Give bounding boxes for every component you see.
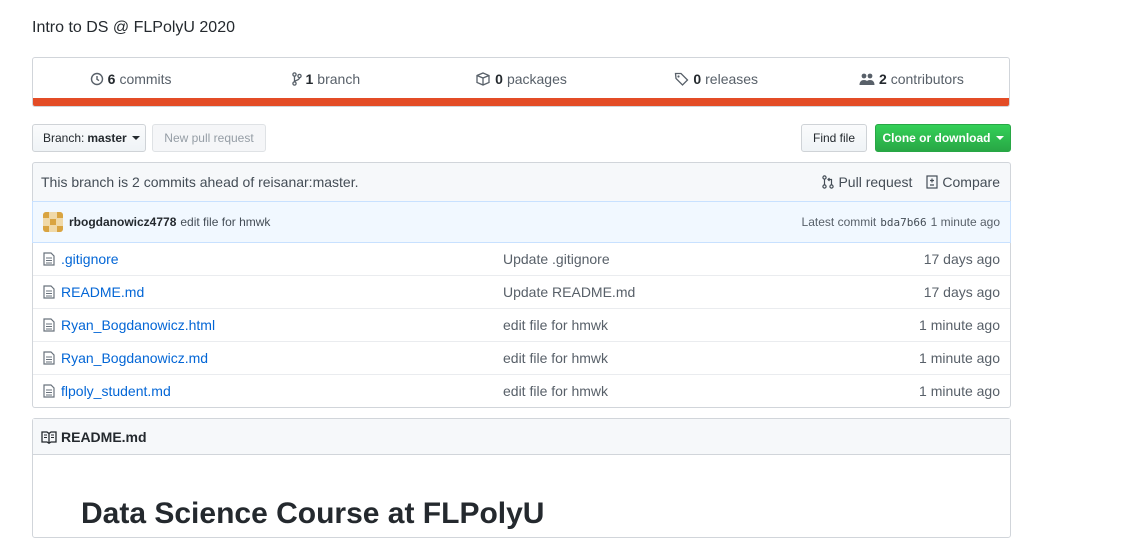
branch-count: 1: [305, 70, 314, 87]
releases-label: releases: [705, 70, 759, 87]
file-age: 1 minute ago: [919, 317, 1000, 333]
readme-header: README.md: [33, 419, 1010, 455]
commits-count: 6: [107, 70, 116, 87]
readme-filename: README.md: [61, 428, 147, 445]
file-age: 1 minute ago: [919, 383, 1000, 399]
branch-icon: [291, 71, 302, 86]
file-row: .gitignore Update .gitignore 17 days ago: [33, 243, 1010, 275]
package-icon: [476, 71, 490, 86]
file-icon: [43, 285, 55, 299]
file-icon: [43, 351, 55, 365]
packages-count: 0: [495, 70, 503, 87]
file-row: Ryan_Bogdanowicz.md edit file for hmwk 1…: [33, 341, 1010, 374]
branch-status-bar: This branch is 2 commits ahead of reisan…: [32, 162, 1011, 201]
avatar[interactable]: [43, 212, 63, 232]
latest-commit-bar: rbogdanowicz4778 edit file for hmwk Late…: [32, 201, 1011, 243]
caret-down-icon: [131, 136, 140, 140]
releases-count: 0: [693, 70, 702, 87]
file-icon: [43, 318, 55, 332]
file-commit-message[interactable]: edit file for hmwk: [503, 350, 919, 366]
packages-label: packages: [506, 70, 567, 87]
file-commit-message[interactable]: edit file for hmwk: [503, 383, 919, 399]
packages-link[interactable]: 0 packages: [423, 71, 618, 87]
file-row: Ryan_Bogdanowicz.html edit file for hmwk…: [33, 308, 1010, 341]
compare-label: Compare: [942, 174, 1000, 190]
file-row: README.md Update README.md 17 days ago: [33, 275, 1010, 308]
diff-icon: [926, 175, 939, 189]
file-name-link[interactable]: Ryan_Bogdanowicz.html: [61, 317, 215, 333]
repo-description: Intro to DS @ FLPolyU 2020: [32, 19, 235, 36]
book-icon: [41, 430, 57, 444]
commits-label: commits: [119, 70, 172, 87]
compare-link[interactable]: Compare: [926, 174, 1000, 190]
branch-status-text: This branch is 2 commits ahead of reisan…: [41, 174, 359, 190]
commit-sha[interactable]: bda7b66: [880, 216, 926, 229]
commit-author[interactable]: rbogdanowicz4778: [69, 215, 176, 229]
repo-summary: 6 commits 1 branch 0 packages 0 releases…: [32, 57, 1010, 107]
file-name-link[interactable]: .gitignore: [61, 251, 119, 267]
branches-link[interactable]: 1 branch: [228, 71, 423, 87]
readme-title: Data Science Course at FLPolyU: [81, 497, 545, 530]
clone-label: Clone or download: [882, 131, 991, 145]
releases-link[interactable]: 0 releases: [619, 71, 814, 87]
contributors-link[interactable]: 2 contributors: [814, 71, 1009, 87]
commit-message[interactable]: edit file for hmwk: [180, 215, 270, 229]
file-commit-message[interactable]: Update README.md: [503, 284, 924, 300]
commit-age: 1 minute ago: [930, 215, 1000, 229]
file-icon: [43, 384, 55, 398]
contributors-count: 2: [878, 70, 887, 87]
file-name-link[interactable]: Ryan_Bogdanowicz.md: [61, 350, 208, 366]
contributors-label: contributors: [890, 70, 964, 87]
pull-request-icon: [822, 175, 835, 189]
history-icon: [90, 72, 103, 85]
pull-request-link[interactable]: Pull request: [822, 174, 912, 190]
pull-request-label: Pull request: [838, 174, 913, 190]
latest-commit-label: Latest commit: [801, 215, 877, 229]
file-name-link[interactable]: README.md: [61, 284, 144, 300]
file-list: .gitignore Update .gitignore 17 days ago…: [32, 243, 1011, 408]
branch-label: branch: [317, 70, 361, 87]
readme-panel: README.md Data Science Course at FLPolyU: [32, 418, 1011, 538]
file-row: flpoly_student.md edit file for hmwk 1 m…: [33, 374, 1010, 407]
language-bar[interactable]: [33, 98, 1009, 106]
file-commit-message[interactable]: Update .gitignore: [503, 251, 924, 267]
people-icon: [859, 73, 875, 85]
commits-link[interactable]: 6 commits: [33, 71, 228, 87]
file-age: 17 days ago: [923, 251, 1000, 267]
clone-download-button[interactable]: Clone or download: [875, 124, 1011, 152]
caret-down-icon: [995, 136, 1004, 140]
file-commit-message[interactable]: edit file for hmwk: [503, 317, 919, 333]
file-age: 1 minute ago: [919, 350, 1000, 366]
branch-select-button[interactable]: Branch: master: [32, 124, 146, 152]
branch-prefix: Branch:: [43, 131, 85, 145]
file-name-link[interactable]: flpoly_student.md: [61, 383, 171, 399]
file-age: 17 days ago: [923, 284, 1000, 300]
find-file-button[interactable]: Find file: [801, 124, 867, 152]
branch-name: master: [87, 131, 127, 145]
file-icon: [43, 252, 55, 266]
tag-icon: [675, 72, 689, 86]
new-pull-request-button[interactable]: New pull request: [152, 124, 266, 152]
